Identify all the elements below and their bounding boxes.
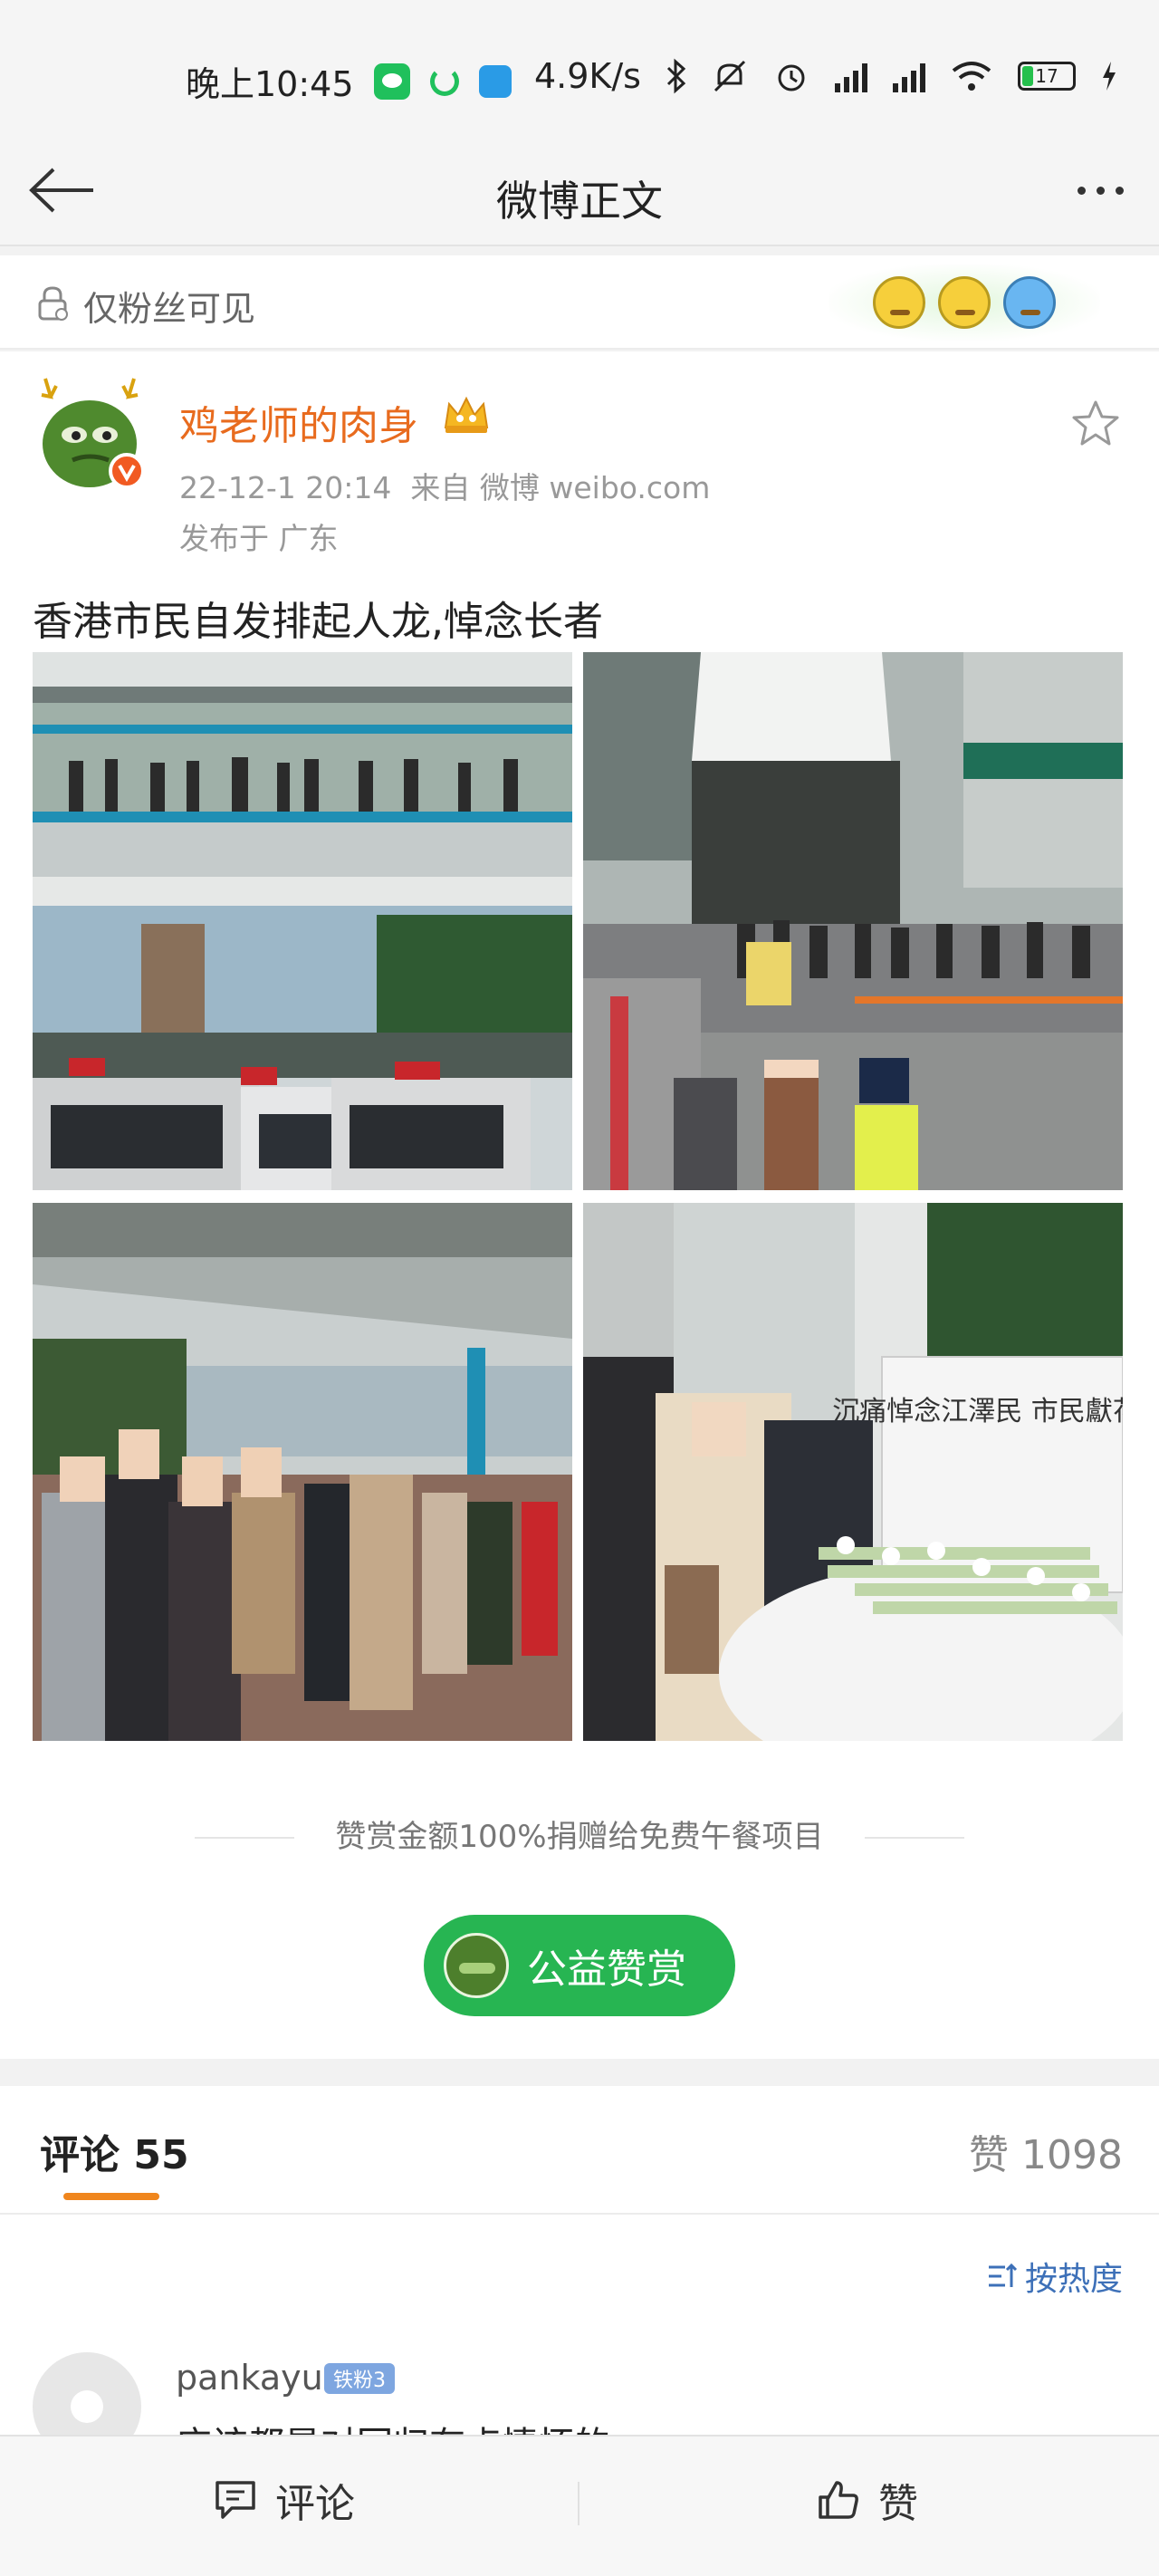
lock-icon [38, 286, 68, 321]
visibility-label: 仅粉丝可见 [83, 289, 256, 329]
more-dot [1077, 186, 1086, 195]
charity-reward-button[interactable]: 公益赞赏 [424, 1915, 735, 2016]
post-text: 香港市民自发排起人龙,悼念长者 [33, 599, 603, 645]
tab-comments[interactable]: 评论 55 [40, 2122, 189, 2180]
sort-toggle[interactable]: 按热度 [987, 2253, 1123, 2300]
like-count: 1098 [1021, 2132, 1123, 2178]
tab-comments-label: 评论 [40, 2132, 120, 2178]
status-time: 晚上10:45 [186, 64, 354, 104]
more-dot [1115, 186, 1124, 195]
wifi-icon [952, 62, 991, 91]
comment-action-label: 评论 [275, 2481, 355, 2527]
battery-icon: 17 [1017, 62, 1076, 91]
emoji-icon [938, 276, 991, 329]
charging-icon [1102, 62, 1116, 91]
telegram-icon [478, 64, 512, 98]
tribute-sign-text: 沉痛悼念江澤民 市民獻花處 [832, 1396, 1123, 1427]
post-source: 来自 微博 weibo.com [410, 470, 711, 505]
author-avatar[interactable] [33, 377, 147, 491]
favorite-star-icon[interactable] [1068, 397, 1123, 451]
emoji-decoration [829, 264, 1100, 341]
comment-action-button[interactable]: 评论 [214, 2471, 355, 2529]
street-queue-photo[interactable] [33, 1203, 572, 1741]
active-tab-indicator [63, 2193, 159, 2200]
post-time: 22-12-1 20:14 [179, 470, 392, 505]
visibility-bar: 仅粉丝可见 [0, 255, 1159, 350]
status-left: 晚上10:45 [186, 56, 512, 106]
sort-icon [988, 2263, 1018, 2287]
post-meta: 22-12-1 20:14 来自 微博 weibo.com [179, 464, 710, 507]
fan-badge-label: 铁粉3 [333, 2369, 386, 2392]
status-right: 4.9K/s 17 [534, 56, 1117, 96]
tab-likes-label: 赞 [969, 2132, 1010, 2178]
divider-line [578, 2482, 580, 2525]
post-location: 发布于 广东 [179, 521, 339, 556]
commenter-name[interactable]: pankayu [176, 2358, 323, 2398]
emoji-icon [1003, 276, 1056, 329]
like-action-button[interactable]: 赞 [817, 2471, 918, 2529]
divider-line [0, 2213, 1159, 2215]
author-name[interactable]: 鸡老师的肉身 [179, 393, 418, 451]
tab-likes[interactable]: 赞 1098 [969, 2122, 1123, 2180]
network-speed: 4.9K/s [534, 56, 641, 96]
battery-level: 17 [1035, 65, 1058, 87]
sort-label: 按热度 [1024, 2261, 1123, 2298]
fan-badge: 铁粉3 [324, 2363, 395, 2394]
sync-icon [429, 66, 459, 96]
alarm-icon [778, 64, 805, 91]
reward-avatar [444, 1933, 509, 1998]
reward-button-label: 公益赞赏 [527, 1946, 686, 1993]
comments-section: 评论 55 赞 1098 按热度 pankayu 铁粉3 应该都是对回归有点情怀… [0, 2086, 1159, 2466]
wechat-icon [373, 62, 410, 100]
emoji-icon [873, 276, 925, 329]
queue-near-police-photo[interactable] [583, 652, 1123, 1190]
top-nav: 微博正文 [0, 145, 1159, 246]
signal-icon [834, 60, 867, 92]
page-title: 微博正文 [496, 177, 663, 226]
footbridge-queue-photo[interactable] [33, 652, 572, 1190]
bottom-action-bar: 评论 赞 [0, 2435, 1159, 2576]
like-action-label: 赞 [878, 2481, 918, 2527]
more-button[interactable] [1059, 163, 1141, 217]
reward-note: 赞赏金额100%捐赠给免费午餐项目 [335, 1819, 824, 1855]
comment-icon [216, 2481, 255, 2519]
bluetooth-icon [666, 58, 686, 94]
post-card: 鸡老师的肉身 22-12-1 20:14 来自 微博 weibo.com 发布于… [0, 351, 1159, 2059]
flower-tribute-photo[interactable]: 沉痛悼念江澤民 市民獻花處 [583, 1203, 1123, 1741]
thumbs-up-icon [819, 2481, 858, 2519]
mute-icon [714, 60, 746, 92]
crown-icon [444, 396, 489, 433]
comment-count: 55 [133, 2132, 189, 2178]
status-bar: 晚上10:45 4.9K/s 17 [0, 0, 1159, 145]
hd-signal-icon [892, 60, 925, 92]
photo-grid: 沉痛悼念江澤民 市民獻花處 [33, 652, 1123, 1741]
more-dot [1096, 186, 1105, 195]
